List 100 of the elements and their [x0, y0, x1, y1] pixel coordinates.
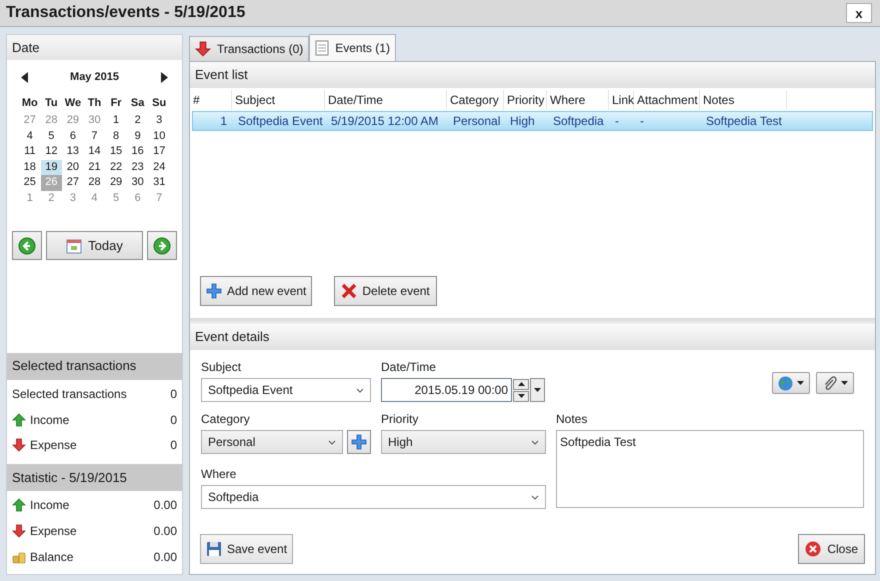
field-label: Where — [201, 466, 238, 483]
calendar-day[interactable]: 3 — [148, 113, 170, 128]
calendar-day[interactable]: 20 — [62, 160, 84, 175]
coins-icon — [12, 550, 26, 564]
column-header[interactable]: Notes — [700, 90, 787, 110]
column-header[interactable]: Category — [447, 90, 504, 110]
stat-label: Expense — [30, 523, 78, 540]
next-day-button[interactable] — [147, 231, 177, 260]
calendar-dropdown-button[interactable] — [530, 378, 545, 402]
calendar-day[interactable]: 27 — [62, 175, 84, 190]
calendar-day[interactable]: 6 — [126, 190, 148, 206]
previous-month-icon[interactable] — [21, 72, 29, 82]
column-header[interactable]: # — [190, 90, 232, 110]
calendar-day[interactable]: 28 — [40, 113, 62, 128]
column-header[interactable]: Attachment — [634, 90, 700, 110]
where-dropdown[interactable]: Softpedia — [201, 485, 546, 509]
calendar-day[interactable]: 28 — [84, 175, 106, 190]
stat-value: 0.00 — [154, 549, 177, 566]
weekday-label: Su — [151, 96, 168, 111]
calendar-day[interactable]: 8 — [105, 128, 127, 144]
calendar-day[interactable]: 1 — [105, 113, 127, 128]
tab[interactable]: Transactions (0) — [189, 36, 310, 61]
calendar-day[interactable]: 29 — [105, 175, 127, 190]
calendar-day[interactable]: 6 — [62, 128, 84, 144]
calendar-day[interactable]: 29 — [62, 113, 84, 128]
stat-label: Selected transactions — [12, 386, 128, 404]
subject-dropdown[interactable]: Softpedia Event — [201, 378, 371, 402]
calendar-day[interactable]: 7 — [84, 128, 106, 144]
window-close-button[interactable]: x — [846, 3, 872, 23]
calendar-day[interactable]: 25 — [19, 175, 41, 190]
down-arrow-icon — [12, 438, 26, 452]
datetime-field[interactable]: 2015.05.19 00:00 — [381, 378, 512, 402]
attachment-dropdown-button[interactable] — [816, 372, 854, 394]
calendar-day[interactable]: 5 — [105, 190, 127, 206]
calendar-day[interactable]: 24 — [148, 160, 170, 175]
calendar-day[interactable]: 17 — [148, 144, 170, 160]
calendar-day[interactable]: 15 — [105, 144, 127, 160]
calendar-day[interactable]: 13 — [62, 144, 84, 160]
window-title: Transactions/events - 5/19/2015 — [6, 3, 246, 23]
stat-value: 0.00 — [154, 523, 177, 540]
calendar-day[interactable]: 19 — [40, 160, 62, 175]
field-label: Notes — [556, 411, 588, 428]
stat-label: Expense — [30, 437, 78, 454]
plus-icon — [206, 283, 222, 299]
category-dropdown[interactable]: Personal — [201, 430, 343, 454]
calendar-day[interactable]: 2 — [126, 113, 148, 128]
calendar-day[interactable]: 18 — [19, 160, 41, 175]
close-icon — [805, 541, 822, 557]
calendar-day[interactable]: 3 — [62, 190, 84, 206]
table-cell-text: 1 — [219, 113, 228, 130]
calendar-day[interactable]: 2 — [40, 190, 62, 206]
globe-dropdown-button[interactable] — [772, 372, 810, 394]
delete-event-button[interactable]: Delete event — [334, 276, 437, 306]
calendar-day[interactable]: 11 — [19, 144, 41, 160]
caret-icon — [534, 388, 541, 392]
spin-up-button[interactable] — [513, 378, 529, 390]
column-header[interactable]: Link — [609, 90, 634, 110]
previous-day-button[interactable] — [12, 231, 42, 260]
dropdown-chevron-icon — [356, 388, 364, 392]
calendar-day[interactable]: 4 — [84, 190, 106, 206]
add-event-button[interactable]: Add new event — [200, 276, 312, 306]
calendar-day[interactable]: 23 — [126, 160, 148, 175]
calendar-day[interactable]: 16 — [126, 144, 148, 160]
calendar-day[interactable]: 10 — [148, 128, 170, 144]
calendar-day[interactable]: 27 — [19, 113, 41, 128]
stat-value: 0.00 — [154, 497, 177, 514]
section-header: Selected transactions — [7, 352, 182, 380]
calendar-day[interactable]: 9 — [126, 128, 148, 144]
calendar-day[interactable]: 4 — [19, 128, 41, 144]
notes-field[interactable]: Softpedia Test — [556, 430, 864, 508]
table-cell-text: - — [639, 113, 645, 130]
calendar-day[interactable]: 7 — [148, 190, 170, 206]
tab[interactable]: Events (1) — [309, 34, 396, 61]
calendar-day[interactable]: 31 — [148, 175, 170, 190]
weekday-label: Mo — [20, 96, 39, 111]
calendar-day[interactable]: 21 — [84, 160, 106, 175]
save-event-button[interactable]: Save event — [200, 534, 294, 564]
weekday-label: Th — [86, 96, 102, 111]
spin-down-button[interactable] — [513, 390, 529, 402]
column-header[interactable]: Priority — [504, 90, 547, 110]
column-header[interactable]: Subject — [232, 90, 325, 110]
calendar-day[interactable]: 1 — [19, 190, 41, 206]
calendar-day[interactable]: 5 — [40, 128, 62, 144]
next-month-icon[interactable] — [160, 72, 168, 82]
table-cell-text: High — [509, 113, 536, 130]
today-button[interactable]: Today — [46, 231, 143, 260]
calendar-day[interactable]: 22 — [105, 160, 127, 175]
calendar-day[interactable]: 30 — [84, 113, 106, 128]
close-dialog-button[interactable]: Close — [798, 534, 865, 564]
calendar-day[interactable]: 12 — [40, 144, 62, 160]
column-header[interactable]: Date/Time — [325, 90, 447, 110]
section-header: Statistic - 5/19/2015 — [7, 464, 182, 491]
column-header[interactable]: Where — [547, 90, 609, 110]
calendar-day[interactable]: 30 — [126, 175, 148, 190]
priority-dropdown[interactable]: High — [381, 430, 546, 454]
document-icon — [315, 40, 330, 56]
calendar-day[interactable]: 14 — [84, 144, 106, 160]
table-row[interactable]: 1 Softpedia Event 5/19/2015 12:00 AM Personal High Softpedia - - Softpedia Test — [192, 111, 873, 131]
down-arrow-icon — [195, 41, 211, 57]
add-category-button[interactable] — [347, 430, 371, 454]
